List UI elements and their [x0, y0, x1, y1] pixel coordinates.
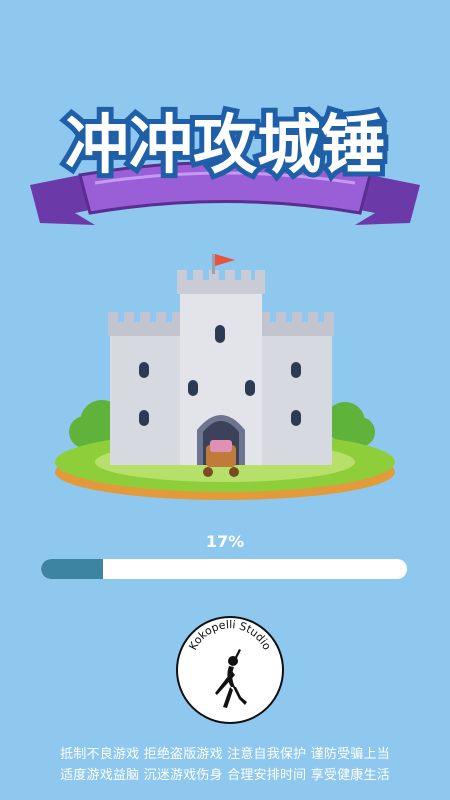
game-title-text: 冲冲攻城锤	[65, 109, 385, 183]
castle-illustration	[55, 254, 395, 500]
studio-logo: Kokopelli Studio	[176, 616, 284, 724]
loading-progress-bar	[41, 559, 407, 579]
loading-percentage: 17%	[205, 532, 245, 551]
game-title-logo: 冲冲攻城锤	[30, 104, 420, 225]
health-notice-line-1: 抵制不良游戏 拒绝盗版游戏 注意自我保护 谨防受骗上当	[60, 747, 390, 762]
loading-progress-fill	[41, 559, 104, 579]
health-notice: 抵制不良游戏 拒绝盗版游戏 注意自我保护 谨防受骗上当 适度游戏益脑 沉迷游戏伤…	[0, 744, 450, 786]
health-notice-line-2: 适度游戏益脑 沉迷游戏伤身 合理安排时间 享受健康生活	[60, 768, 390, 783]
